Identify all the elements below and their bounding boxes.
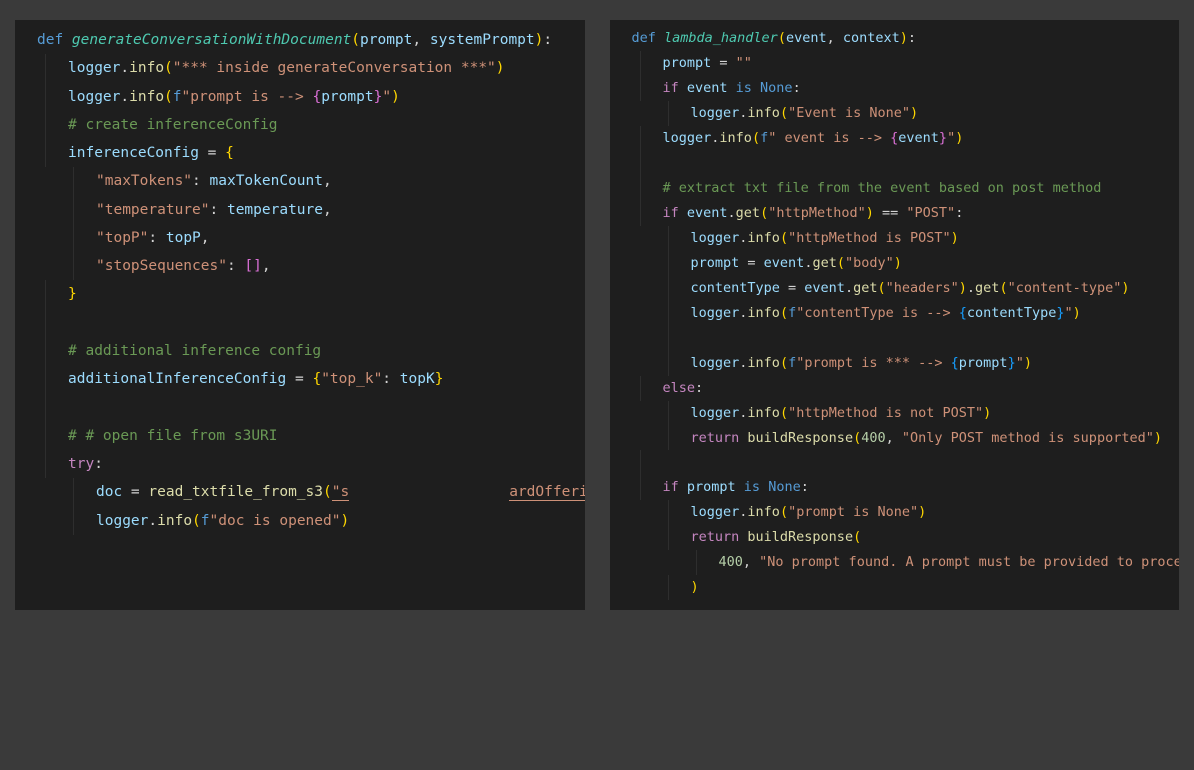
blank-line <box>668 326 1166 351</box>
code-line: doc = read_txtfile_from_s3("sardOffering… <box>73 478 571 506</box>
code-line: if event is None: <box>640 76 1166 101</box>
code-line: logger.info("httpMethod is POST") <box>668 226 1166 251</box>
blank-line <box>45 309 571 337</box>
code-line: 400, "No prompt found. A prompt must be … <box>696 550 1166 575</box>
blank-line <box>45 393 571 421</box>
left-code-pane[interactable]: def generateConversationWithDocument(pro… <box>15 20 585 610</box>
code-line: logger.info(f"contentType is --> {conten… <box>668 301 1166 326</box>
code-line: logger.info("httpMethod is not POST") <box>668 401 1166 426</box>
code-line: "stopSequences": [], <box>73 252 571 280</box>
code-line: logger.info(f"prompt is *** --> {prompt}… <box>668 351 1166 376</box>
code-line: logger.info(f"doc is opened") <box>73 507 571 535</box>
code-line: logger.info("Event is None") <box>668 101 1166 126</box>
code-line: "temperature": temperature, <box>73 196 571 224</box>
code-line: } <box>45 280 571 308</box>
code-line: "maxTokens": maxTokenCount, <box>73 167 571 195</box>
code-line: try: <box>45 450 571 478</box>
code-line: prompt = "" <box>640 51 1166 76</box>
code-line: # create inferenceConfig <box>45 111 571 139</box>
code-line: def lambda_handler(event, context): <box>616 26 1166 51</box>
blank-line <box>640 450 1166 475</box>
code-line: inferenceConfig = { <box>45 139 571 167</box>
code-line: if event.get("httpMethod") == "POST": <box>640 201 1166 226</box>
code-line: # extract txt file from the event based … <box>640 176 1166 201</box>
code-line: return buildResponse(400, "Only POST met… <box>668 426 1166 451</box>
blank-line <box>640 151 1166 176</box>
code-line: logger.info("*** inside generateConversa… <box>45 54 571 82</box>
code-line: logger.info(f"prompt is --> {prompt}") <box>45 83 571 111</box>
code-line: ) <box>668 575 1166 600</box>
code-line: def generateConversationWithDocument(pro… <box>21 26 571 54</box>
code-line: if prompt is None: <box>640 475 1166 500</box>
code-line: # # open file from s3URI <box>45 422 571 450</box>
code-line: prompt = event.get("body") <box>668 251 1166 276</box>
right-code-pane[interactable]: def lambda_handler(event, context): prom… <box>610 20 1180 610</box>
code-line: else: <box>640 376 1166 401</box>
code-line: additionalInferenceConfig = {"top_k": to… <box>45 365 571 393</box>
code-line: logger.info(f" event is --> {event}") <box>640 126 1166 151</box>
code-line: return buildResponse( <box>668 525 1166 550</box>
code-line: logger.info("prompt is None") <box>668 500 1166 525</box>
code-line: contentType = event.get("headers").get("… <box>668 276 1166 301</box>
code-line: "topP": topP, <box>73 224 571 252</box>
code-line: # additional inference config <box>45 337 571 365</box>
